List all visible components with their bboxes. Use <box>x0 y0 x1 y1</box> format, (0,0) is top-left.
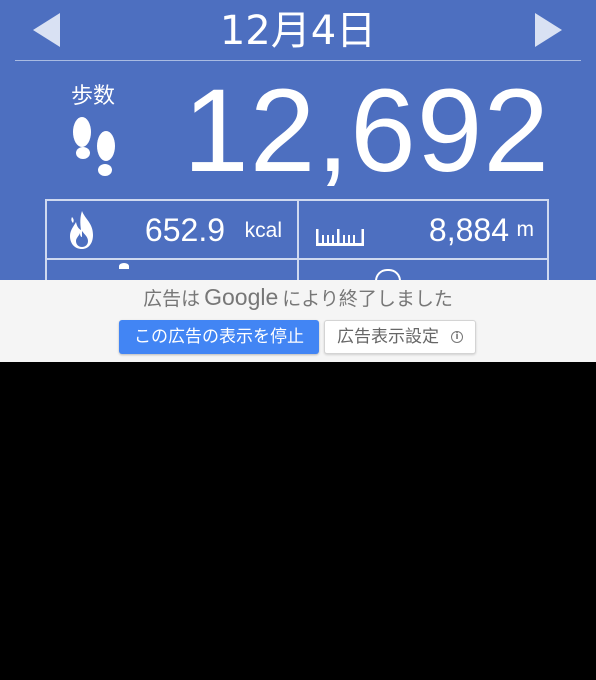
distance-unit: m <box>516 218 535 241</box>
footprints-icon <box>73 117 115 176</box>
date-header: 12月4日 <box>0 0 596 62</box>
distance-cell: 8,884 m <box>299 201 549 258</box>
steps-count: 12,692 <box>183 65 550 197</box>
calories-value: 652.9 <box>144 212 225 248</box>
calories-cell: 652.9 kcal <box>47 201 297 258</box>
stats-grid: 652.9 kcal 8,884 m <box>45 199 549 280</box>
ad-settings-button[interactable]: 広告表示設定 i <box>324 320 476 354</box>
partially-hidden-icon <box>375 269 401 280</box>
previous-day-icon[interactable] <box>33 13 60 47</box>
stop-ad-button[interactable]: この広告の表示を停止 <box>119 320 319 354</box>
partially-hidden-icon <box>119 263 129 269</box>
info-icon: i <box>451 331 463 343</box>
ruler-icon <box>316 229 364 246</box>
ad-closed-panel: 広告は Google により終了しました この広告の表示を停止 広告表示設定 i <box>0 280 596 362</box>
ad-closed-message: 広告は Google により終了しました <box>0 283 596 313</box>
date-title: 12月4日 <box>219 8 377 54</box>
ad-settings-label: 広告表示設定 <box>337 327 439 347</box>
next-day-icon[interactable] <box>535 13 562 47</box>
steps-label: 歩数 <box>71 84 116 109</box>
pedometer-app: 12月4日 歩数 12,692 652.9 kcal 8,884 m <box>0 0 596 280</box>
ad-message-suffix: により終了しました <box>282 288 453 310</box>
header-divider <box>15 60 581 61</box>
distance-value: 8,884 <box>428 212 509 248</box>
grid-horizontal-divider <box>47 258 547 260</box>
blank-area <box>0 362 596 680</box>
google-brand: Google <box>204 284 279 310</box>
ad-message-prefix: 広告は <box>143 288 201 310</box>
fire-icon <box>70 211 93 249</box>
calories-unit: kcal <box>244 219 282 242</box>
